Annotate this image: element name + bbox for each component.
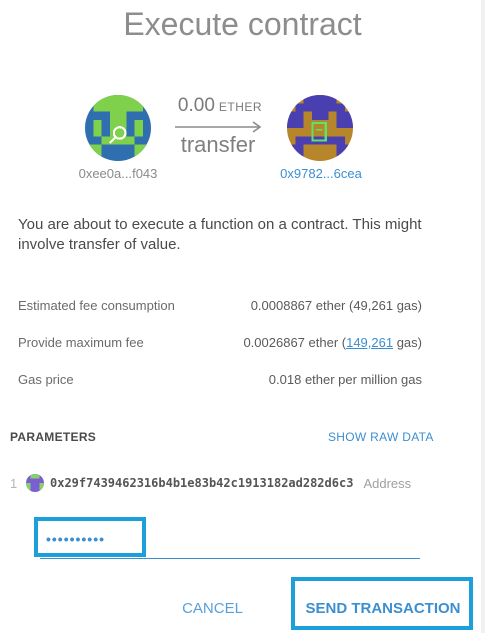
- max-fee-value: 0.0026867 ether (149,261 gas): [243, 335, 422, 350]
- transfer-amount: 0.00 ETHER: [170, 95, 270, 117]
- max-gas-link[interactable]: 149,261: [346, 335, 393, 350]
- contract-description: You are about to execute a function on a…: [18, 216, 422, 253]
- amount-unit: ETHER: [218, 100, 263, 114]
- max-fee-label: Provide maximum fee: [18, 335, 144, 350]
- parameters-header: PARAMETERS: [10, 430, 97, 444]
- parameter-type: Address: [363, 475, 412, 491]
- password-underline: [40, 558, 420, 559]
- gas-price-row: Gas price 0.018 ether per million gas: [18, 372, 422, 387]
- parameter-row: 1 0x29f7439462316b4b1e83b42c1913182ad282…: [10, 474, 430, 492]
- max-fee-suffix: gas): [393, 335, 422, 350]
- transfer-label: transfer: [180, 132, 256, 157]
- scrollbar[interactable]: [481, 0, 485, 633]
- max-fee-prefix: 0.0026867 ether (: [243, 335, 347, 350]
- show-raw-data-button[interactable]: SHOW RAW DATA: [328, 430, 434, 444]
- dialog-title: Execute contract: [123, 6, 362, 42]
- to-address[interactable]: 0x9782...6cea: [265, 166, 377, 181]
- estimated-fee-row: Estimated fee consumption 0.0008867 ethe…: [18, 298, 422, 313]
- highlight-box-send: [291, 577, 473, 630]
- estimated-fee-label: Estimated fee consumption: [18, 298, 175, 313]
- estimated-fee-value: 0.0008867 ether (49,261 gas): [250, 298, 422, 313]
- amount-value: 0.00: [177, 95, 215, 116]
- gas-price-value: 0.018 ether per million gas: [268, 372, 422, 387]
- highlight-box-password: [34, 517, 146, 557]
- parameter-index: 1: [10, 475, 18, 491]
- identicon-avatar-icon: [26, 474, 44, 492]
- to-avatar-icon: [287, 95, 353, 161]
- gas-price-label: Gas price: [18, 372, 74, 387]
- max-fee-row: Provide maximum fee 0.0026867 ether (149…: [18, 335, 422, 350]
- cancel-button[interactable]: CANCEL: [175, 600, 250, 617]
- from-address: 0xee0a...f043: [78, 166, 158, 181]
- parameter-value: 0x29f7439462316b4b1e83b42c1913182ad282d6…: [50, 476, 354, 490]
- from-avatar-icon: [85, 95, 151, 161]
